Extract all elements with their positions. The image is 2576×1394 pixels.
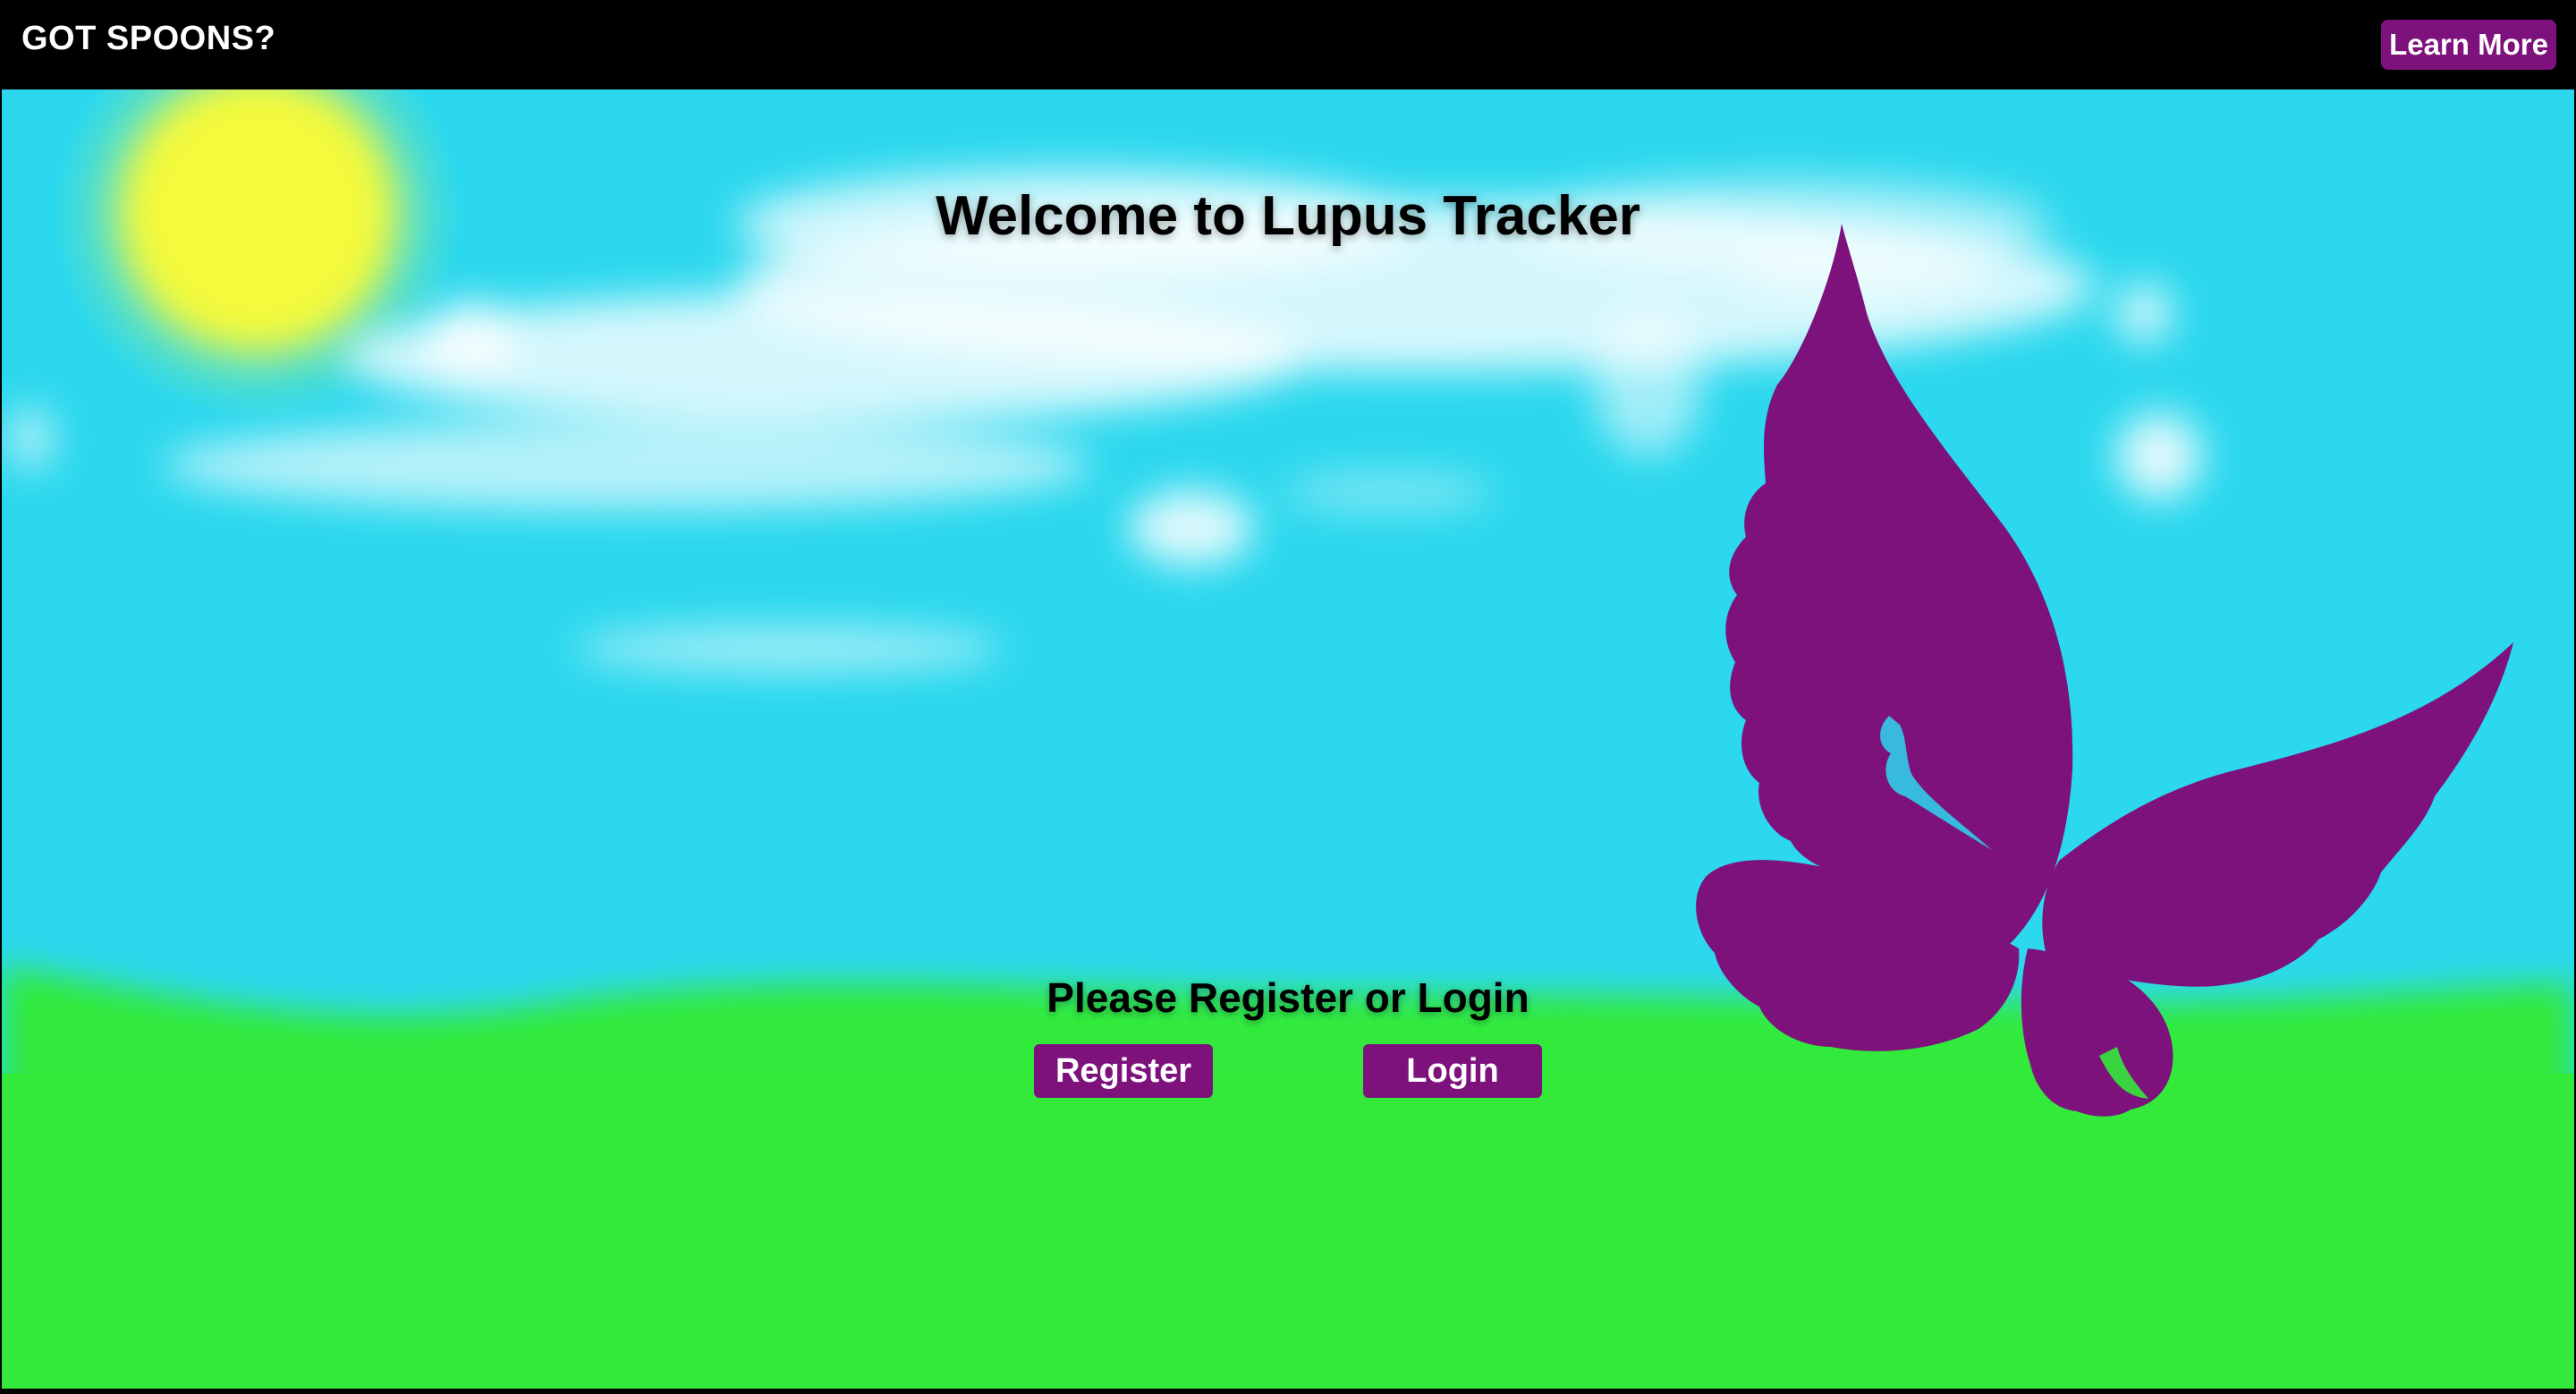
- grass: [2, 966, 2574, 1389]
- login-button[interactable]: Login: [1363, 1044, 1542, 1098]
- background-scene: [2, 89, 2574, 1389]
- page-title: Welcome to Lupus Tracker: [936, 185, 1640, 247]
- register-button[interactable]: Register: [1034, 1044, 1213, 1098]
- app-window: GOT SPOONS? Learn More Welcome to Lupus …: [0, 0, 2576, 1394]
- bottom-edge: [0, 1389, 2576, 1394]
- learn-more-button[interactable]: Learn More: [2381, 20, 2556, 70]
- top-navbar: GOT SPOONS? Learn More: [0, 0, 2576, 89]
- hero-section: Welcome to Lupus Tracker Please Register…: [2, 89, 2574, 1389]
- auth-prompt: Please Register or Login: [1046, 974, 1530, 1021]
- brand-title[interactable]: GOT SPOONS?: [21, 20, 275, 58]
